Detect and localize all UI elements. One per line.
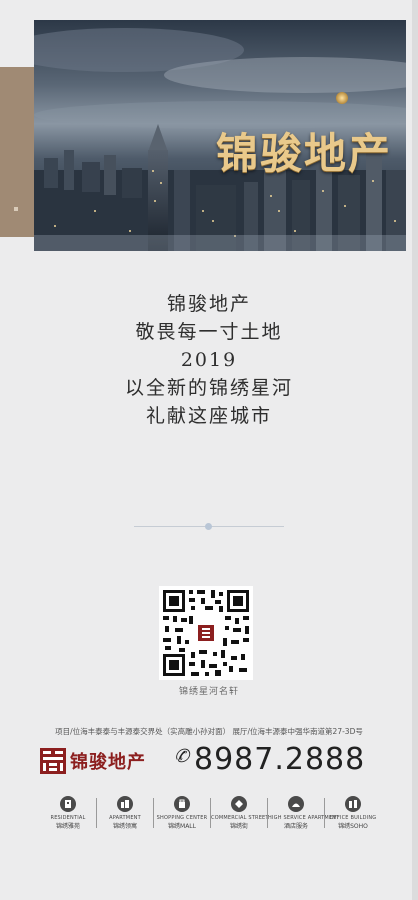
slogan-poem: 锦骏地产 敬畏每一寸土地 2019 以全新的锦绣星河 礼献这座城市 [0, 290, 418, 430]
side-tab-mark [14, 207, 18, 211]
brand-contact-row: 锦骏地产 ✆ 8987.2888 [40, 742, 380, 778]
hero-banner: 锦骏地产 [34, 20, 406, 251]
feature-cn-label: 锦绣SOHO [338, 823, 368, 830]
poem-line: 以全新的锦绣星河 [124, 377, 293, 399]
feature-cn-label: 锦绣领寓 [112, 823, 137, 830]
feature-item: RESIDENTIAL 锦绣雅苑 [40, 796, 96, 830]
brand-logo-icon [40, 748, 66, 774]
divider-dot [205, 523, 212, 530]
shopping-icon [174, 796, 190, 812]
poem-line: 敬畏每一寸土地 [135, 321, 283, 343]
side-decoration-tab [0, 67, 34, 237]
phone-icon: ✆ [174, 746, 190, 767]
residence-icon [60, 796, 76, 812]
street-icon [231, 796, 247, 812]
office-icon [345, 796, 361, 812]
feature-item: OFFICE BUILDING 锦绣SOHO [325, 796, 381, 830]
qr-code[interactable] [159, 586, 253, 680]
feature-cn-label: 锦绣雅苑 [55, 823, 80, 830]
poem-line: 锦骏地产 [166, 293, 251, 315]
hotel-icon [288, 796, 304, 812]
feature-cn-label: 锦绣街 [229, 823, 248, 830]
hero-title: 锦骏地产 [215, 129, 392, 178]
feature-item: COMMERCIAL STREET 锦绣街 [211, 796, 268, 830]
feature-item: APARTMENT 锦绣领寓 [97, 796, 153, 830]
feature-item: HIGH SERVICE APARTMENT 酒店服务 [268, 796, 339, 830]
qr-caption: 锦绣星河名轩 [178, 687, 239, 697]
phone-number[interactable]: 8987.2888 [194, 742, 365, 777]
feature-item: SHOPPING CENTER 锦绣MALL [154, 796, 210, 830]
right-edge-strip [412, 0, 418, 900]
poem-line: 礼献这座城市 [145, 405, 272, 427]
feature-cn-label: 锦绣MALL [168, 823, 196, 830]
feature-cn-label: 酒店服务 [283, 823, 308, 830]
address-line: 项目/位海丰泰泰与丰源泰交界处（实高雕小孙对面） 展厅/位海丰源泰中强华南道第2… [55, 727, 363, 736]
poem-line: 2019 [180, 349, 238, 371]
apartment-icon [117, 796, 133, 812]
brand-name: 锦骏地产 [70, 752, 146, 773]
feature-list: RESIDENTIAL 锦绣雅苑 APARTMENT 锦绣领寓 SHOPPING… [40, 796, 380, 836]
